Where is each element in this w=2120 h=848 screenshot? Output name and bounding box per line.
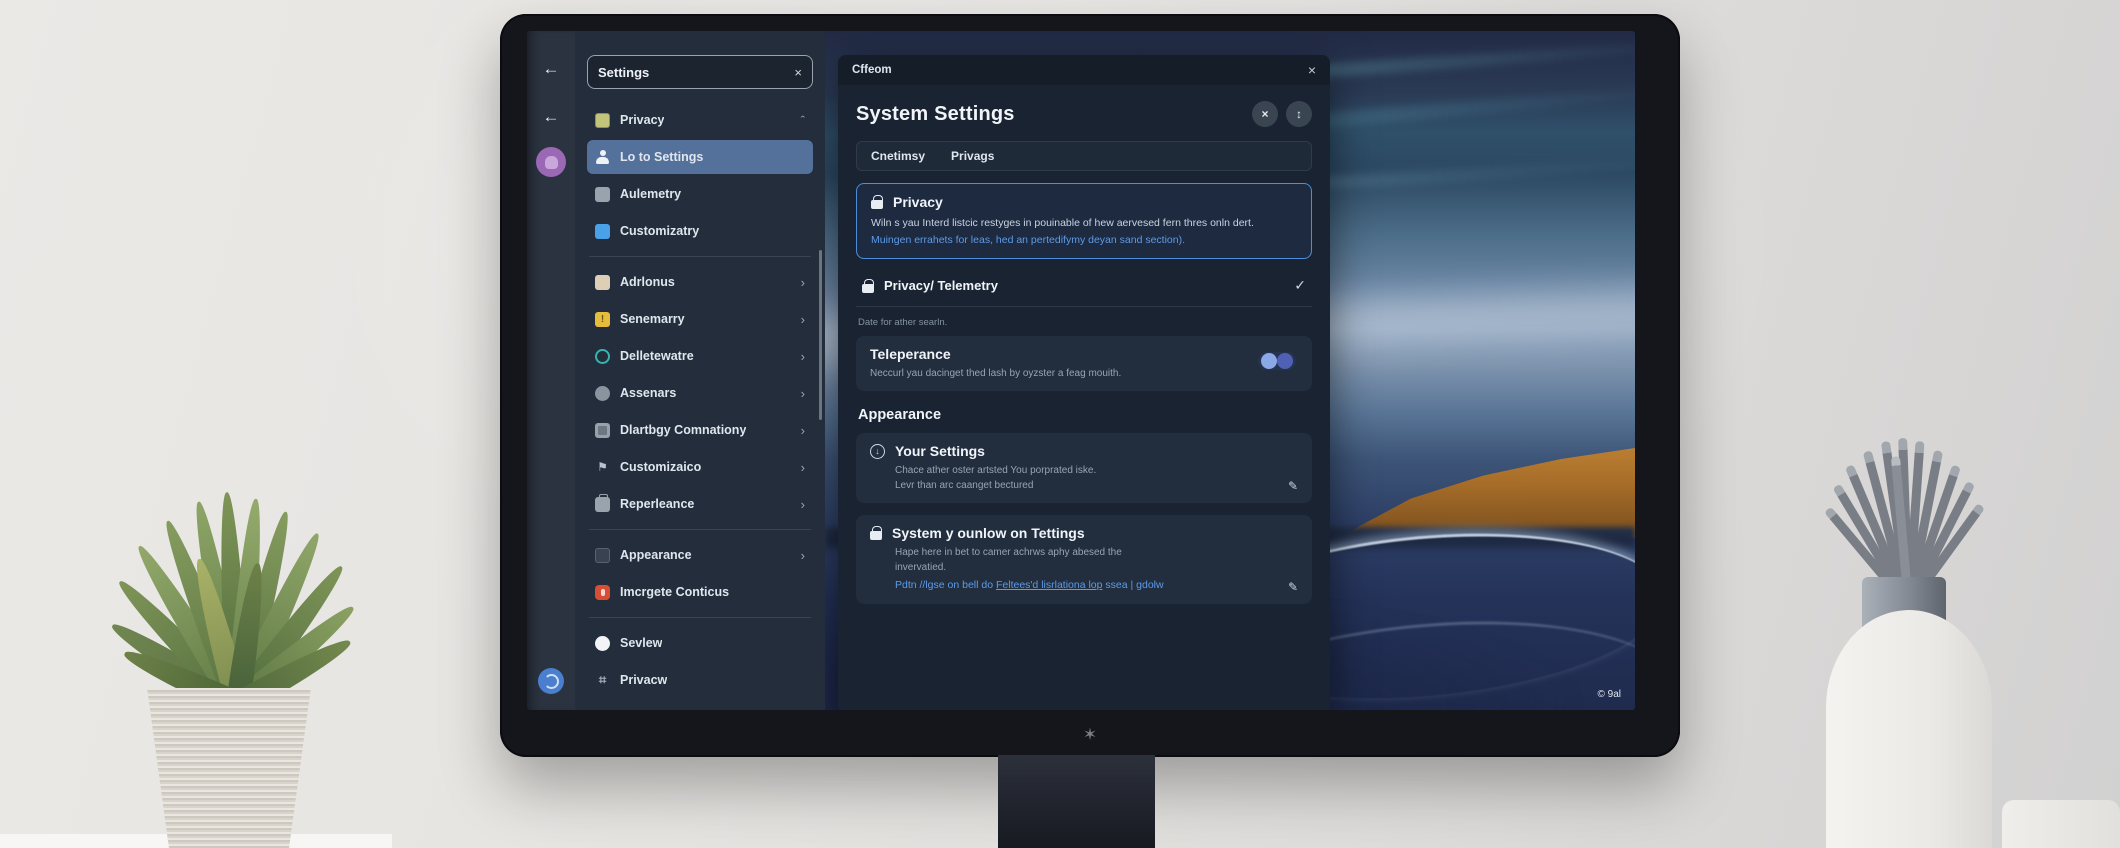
sidebar-divider (589, 529, 811, 530)
sidebar-item-sevlew[interactable]: Sevlew (587, 626, 813, 660)
desk-photo-scene: ✶ ← ← × Privacy ˆ Lo to Settings (0, 0, 2120, 848)
window-title: Cffeom (852, 64, 892, 76)
hash-icon (595, 673, 610, 688)
red-alert-icon (595, 584, 610, 600)
sidebar-item-aulemetry[interactable]: Aulemetry (587, 177, 813, 211)
appearance-heading: Appearance (858, 407, 942, 424)
sidebar-item-appearance[interactable]: Appearance › (587, 538, 813, 572)
wallpaper-hill (1345, 446, 1635, 538)
sidebar-item-lo-to-settings[interactable]: Lo to Settings (587, 140, 813, 174)
your-settings-card[interactable]: ↓ Your Settings Chace ather oster artste… (856, 433, 1312, 504)
shield-avatar-icon[interactable] (536, 147, 566, 177)
desktop-wallpaper: © 9al Cffeom × System Settings × ↕ Cneti… (825, 31, 1635, 710)
monitor-stand (998, 755, 1155, 848)
more-options-button[interactable]: ↕ (1286, 101, 1312, 127)
teleperance-card[interactable]: Teleperance Neccurl yau dacinget thed la… (856, 336, 1312, 392)
download-circle-icon: ↓ (870, 443, 885, 459)
flag-icon (595, 460, 610, 475)
edit-icon[interactable]: ✎ (1288, 479, 1298, 493)
sidebar-item-delletewatre[interactable]: Delletewatre › (587, 339, 813, 373)
search-box[interactable]: × (587, 55, 813, 89)
warning-icon (595, 311, 610, 327)
tab-cnetimsy[interactable]: Cnetimsy (871, 149, 925, 163)
sidebar-item-customizatry[interactable]: Customizatry (587, 214, 813, 248)
chevron-right-icon: › (800, 422, 805, 438)
search-input[interactable] (598, 64, 795, 80)
edit-icon[interactable]: ✎ (1288, 580, 1298, 594)
screen: ← ← × Privacy ˆ Lo to Settings (527, 31, 1635, 710)
display-icon (595, 547, 610, 563)
page-title: System Settings (856, 102, 1015, 125)
pencil-holder-bottle (1826, 610, 1992, 848)
folder-icon (595, 274, 610, 290)
document-icon (595, 186, 610, 202)
teleperance-toggle[interactable] (1258, 352, 1296, 371)
sidebar-item-adrlonus[interactable]: Adrlonus › (587, 265, 813, 299)
sidebar-item-dlartbgy-comnationy[interactable]: Dlartbgy Comnationy › (587, 413, 813, 447)
globe-icon (595, 385, 610, 401)
white-circle-icon (595, 635, 610, 651)
chevron-right-icon: › (800, 459, 805, 475)
tab-bar: Cnetimsy Privags (856, 141, 1312, 171)
sidebar-item-reperleance[interactable]: Reperleance › (587, 487, 813, 521)
briefcase-icon (595, 493, 610, 512)
sidebar-scrollbar[interactable] (819, 250, 822, 420)
privacy-description: Wiln s yau Interd listcic restyges in po… (871, 217, 1254, 229)
plant-leaves (106, 478, 361, 715)
system-tettings-card[interactable]: System y ounlow on Tettings Hape here in… (856, 515, 1312, 605)
section-caption: Date for ather searln. (858, 317, 948, 329)
check-icon: ✓ (1294, 277, 1306, 294)
tab-privags[interactable]: Privags (951, 149, 994, 163)
settings-sidebar: × Privacy ˆ Lo to Settings Aulemetry Cus… (575, 31, 825, 710)
teleperance-description: Neccurl yau dacinget thed lash by oyzste… (870, 368, 1122, 380)
keyboard-icon (595, 422, 610, 438)
sidebar-divider (589, 256, 811, 257)
system-link[interactable]: Pdtn //lgse on bell do Feltees'd lisrlat… (895, 578, 1298, 594)
chevron-right-icon: › (800, 385, 805, 401)
app-rail: ← ← (527, 31, 575, 710)
chevron-right-icon: › (800, 348, 805, 364)
sidebar-divider (589, 617, 811, 618)
user-icon (595, 149, 610, 165)
lock-icon (862, 278, 874, 293)
sidebar-item-senemarry[interactable]: Senemarry › (587, 302, 813, 336)
white-cup (2002, 800, 2120, 848)
privacy-card[interactable]: Privacy Wiln s yau Interd listcic restyg… (856, 183, 1312, 260)
privacy-telemetry-row[interactable]: Privacy/ Telemetry ✓ (856, 271, 1312, 308)
sidebar-item-imcrgete-conticus[interactable]: Imcrgete Conticus (587, 575, 813, 609)
lock-icon (870, 526, 882, 541)
privacy-note-icon (595, 112, 610, 128)
chevron-right-icon: › (800, 274, 805, 290)
sidebar-item-customizaico[interactable]: Customizaico › (587, 450, 813, 484)
back-arrow-icon[interactable]: ← (543, 60, 560, 77)
teal-ring-icon (595, 348, 610, 364)
sidebar-item-assenars[interactable]: Assenars › (587, 376, 813, 410)
privacy-link[interactable]: Muingen errahets for leas, hed an perted… (871, 233, 1297, 248)
lock-icon (871, 195, 883, 209)
clear-search-icon[interactable]: × (794, 65, 802, 80)
chevron-up-icon: ˆ (800, 112, 805, 128)
close-button[interactable]: × (1252, 101, 1278, 127)
chevron-right-icon: › (800, 496, 805, 512)
potted-plant (100, 488, 361, 848)
sidebar-item-privacw[interactable]: Privacw (587, 663, 813, 697)
status-badge: © 9al (1597, 689, 1622, 700)
brand-logo-icon: ✶ (1082, 725, 1098, 744)
blue-panel-icon (595, 223, 610, 239)
chevron-right-icon: › (800, 311, 805, 327)
sidebar-item-privacy[interactable]: Privacy ˆ (587, 103, 813, 137)
back-arrow-icon[interactable]: ← (543, 108, 560, 125)
system-settings-window: Cffeom × System Settings × ↕ Cnetimsy Pr… (838, 55, 1330, 710)
plant-pot (147, 688, 311, 848)
close-icon[interactable]: × (1308, 62, 1316, 78)
window-titlebar[interactable]: Cffeom × (838, 55, 1330, 85)
chevron-right-icon: › (800, 547, 805, 563)
user-avatar-icon[interactable] (538, 668, 564, 694)
